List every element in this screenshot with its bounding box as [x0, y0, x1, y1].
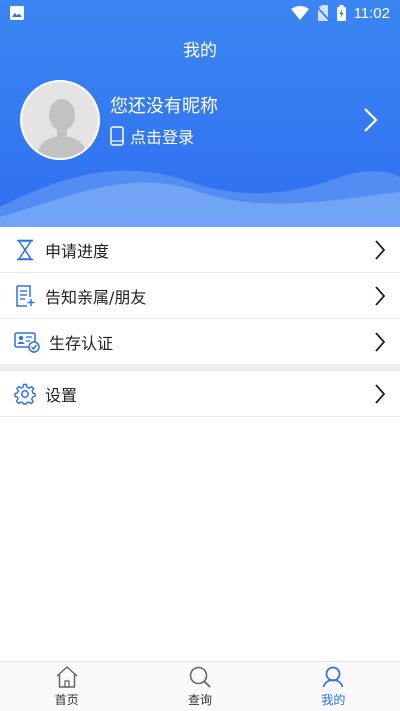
- tab-label: 首页: [54, 693, 79, 707]
- status-bar: 11:02: [0, 0, 400, 26]
- document-add-icon: [16, 284, 35, 307]
- menu-item-application-progress[interactable]: 申请进度: [0, 227, 400, 273]
- avatar[interactable]: [20, 80, 100, 160]
- menu-label: 申请进度: [45, 241, 110, 261]
- wifi-icon: [290, 6, 309, 20]
- menu-item-notify-family[interactable]: 告知亲属/朋友: [0, 273, 400, 319]
- menu-label: 告知亲属/朋友: [45, 287, 147, 307]
- login-label: 点击登录: [130, 128, 195, 147]
- search-icon: [189, 666, 211, 688]
- home-icon: [56, 666, 78, 688]
- gear-icon: [14, 383, 36, 405]
- menu-item-survival-certification[interactable]: 生存认证: [0, 319, 400, 365]
- menu-label: 生存认证: [49, 333, 114, 353]
- chevron-right-icon: [375, 286, 386, 306]
- hourglass-icon: [17, 239, 33, 260]
- tab-mine[interactable]: 我的: [267, 662, 400, 711]
- menu-list: 申请进度 告知亲属/朋友 生存认证 设置: [0, 227, 400, 417]
- tab-home[interactable]: 首页: [0, 662, 133, 711]
- no-sim-icon: [316, 5, 329, 21]
- profile-header: 11:02 我的 您还没有昵称 点击登录: [0, 0, 400, 227]
- bottom-tab-bar: 首页 查询 我的: [0, 661, 400, 711]
- id-card-check-icon: [14, 331, 40, 353]
- status-time: 11:02: [353, 4, 390, 22]
- tab-label: 查询: [187, 693, 212, 707]
- menu-item-settings[interactable]: 设置: [0, 371, 400, 417]
- chevron-right-icon: [375, 240, 386, 260]
- chevron-right-icon: [375, 332, 386, 352]
- gallery-notification-icon: [10, 6, 24, 20]
- menu-label: 设置: [45, 385, 78, 405]
- tab-label: 我的: [321, 693, 346, 707]
- chevron-right-icon: [375, 384, 386, 404]
- login-link[interactable]: 点击登录: [110, 124, 194, 148]
- battery-icon: [336, 5, 346, 21]
- user-icon: [322, 666, 344, 688]
- chevron-right-icon[interactable]: [362, 107, 380, 133]
- phone-icon: [110, 126, 124, 146]
- page-title: 我的: [183, 41, 217, 61]
- tab-query[interactable]: 查询: [133, 662, 266, 711]
- nickname[interactable]: 您还没有昵称: [110, 92, 218, 118]
